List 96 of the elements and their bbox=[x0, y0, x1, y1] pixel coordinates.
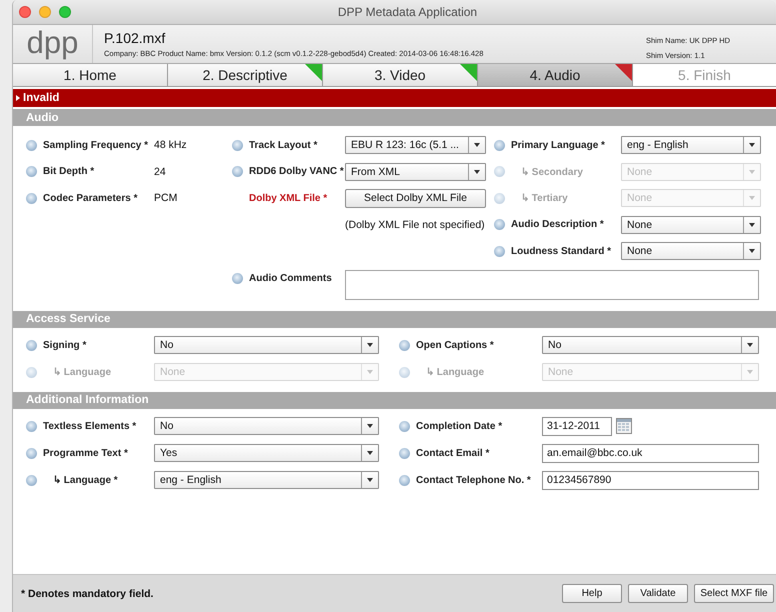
date-field[interactable]: 31-12-2011 bbox=[542, 416, 612, 436]
status-text: Invalid bbox=[23, 92, 60, 104]
footer-button[interactable]: Select MXF file bbox=[694, 584, 774, 603]
help-icon[interactable] bbox=[232, 272, 243, 284]
caret-icon bbox=[474, 143, 480, 148]
field-label: Audio Comments bbox=[249, 272, 332, 284]
expand-icon[interactable] bbox=[16, 95, 20, 101]
field-label: ↳ Language bbox=[52, 366, 112, 378]
comments-field[interactable] bbox=[345, 270, 759, 300]
help-icon[interactable] bbox=[399, 420, 410, 432]
help-icon[interactable] bbox=[26, 166, 37, 178]
tab[interactable]: 4. Audio bbox=[478, 64, 633, 86]
dropdown[interactable]: No bbox=[154, 417, 379, 435]
field-value: 24 bbox=[154, 166, 166, 178]
select-file-button[interactable]: Select Dolby XML File bbox=[345, 188, 486, 208]
footer-button[interactable]: Help bbox=[562, 584, 622, 603]
field-label: Contact Telephone No. * bbox=[416, 474, 531, 486]
field-label: Completion Date * bbox=[416, 420, 502, 432]
help-icon[interactable] bbox=[494, 219, 505, 230]
field-label: Codec Parameters * bbox=[43, 192, 138, 204]
help-icon[interactable] bbox=[26, 448, 37, 458]
dropdown[interactable]: From XML bbox=[345, 162, 486, 181]
field-label: ↳ Tertiary bbox=[520, 192, 568, 204]
dropdown: None bbox=[621, 189, 761, 208]
dropdown[interactable]: No bbox=[542, 336, 759, 354]
field-label: RDD6 Dolby VANC * bbox=[249, 166, 344, 178]
dropdown[interactable]: Yes bbox=[154, 444, 379, 462]
field-label: Programme Text * bbox=[43, 448, 128, 458]
caret-icon bbox=[367, 370, 373, 374]
field-label: Sampling Frequency * bbox=[43, 140, 148, 151]
dropdown[interactable]: None bbox=[621, 216, 761, 234]
close-button[interactable] bbox=[19, 6, 31, 18]
caret-icon bbox=[749, 196, 755, 200]
section-header: Additional Information bbox=[13, 392, 776, 408]
dropdown: None bbox=[542, 363, 759, 381]
caret-icon bbox=[474, 170, 480, 174]
tab[interactable]: 1. Home bbox=[13, 64, 168, 86]
dropdown[interactable]: eng - English bbox=[621, 136, 761, 154]
field-label: Primary Language * bbox=[511, 140, 605, 151]
dropdown[interactable]: None bbox=[621, 242, 761, 260]
caret-icon bbox=[749, 170, 755, 174]
caret-icon bbox=[747, 343, 753, 347]
logo: dpp bbox=[13, 25, 93, 63]
help-icon[interactable] bbox=[26, 474, 37, 486]
field-label: Contact Email * bbox=[416, 448, 490, 458]
field-label: ↳ Language * bbox=[52, 474, 118, 486]
field-label: Track Layout * bbox=[249, 140, 318, 151]
help-icon[interactable] bbox=[26, 340, 37, 350]
caret-icon bbox=[749, 222, 755, 227]
minimize-button[interactable] bbox=[39, 6, 51, 18]
text-field[interactable]: an.email@bbc.co.uk bbox=[542, 444, 759, 462]
field-label: Textless Elements * bbox=[43, 420, 136, 432]
dropdown: None bbox=[621, 162, 761, 181]
field-label: Bit Depth * bbox=[43, 166, 94, 178]
field-label: Open Captions * bbox=[416, 340, 494, 350]
text-field[interactable]: 01234567890 bbox=[542, 470, 759, 490]
section-header: Audio bbox=[13, 109, 776, 126]
dropdown[interactable]: No bbox=[154, 336, 379, 354]
file-name: P.102.mxf bbox=[104, 30, 166, 46]
help-icon[interactable] bbox=[494, 140, 505, 151]
help-icon[interactable] bbox=[399, 340, 410, 350]
caret-icon bbox=[367, 424, 373, 428]
help-icon[interactable] bbox=[399, 448, 410, 458]
field-label: Dolby XML File * bbox=[249, 192, 328, 204]
help-icon[interactable] bbox=[399, 474, 410, 486]
help-icon[interactable] bbox=[232, 140, 243, 151]
field-label: Signing * bbox=[43, 340, 86, 350]
calendar-icon[interactable] bbox=[616, 418, 632, 434]
zoom-button[interactable] bbox=[59, 6, 71, 18]
help-icon[interactable] bbox=[26, 140, 37, 151]
caret-icon bbox=[367, 343, 373, 347]
field-label: ↳ Language bbox=[425, 366, 484, 378]
caret-icon bbox=[367, 478, 373, 482]
field-label: Loudness Standard * bbox=[511, 246, 612, 257]
tab[interactable]: 2. Descriptive bbox=[168, 64, 323, 86]
dropdown: None bbox=[154, 363, 379, 381]
dropdown[interactable]: EBU R 123: 16c (5.1 ... bbox=[345, 136, 486, 154]
field-label: Audio Description * bbox=[511, 219, 604, 230]
field-value: PCM bbox=[154, 192, 178, 204]
footer-button[interactable]: Validate bbox=[628, 584, 688, 603]
caret-icon bbox=[367, 451, 373, 455]
caret-icon bbox=[749, 143, 755, 148]
section-header: Access Service bbox=[13, 310, 776, 328]
caret-icon bbox=[747, 370, 753, 374]
note-text: (Dolby XML File not specified) bbox=[345, 218, 485, 231]
help-icon[interactable] bbox=[26, 192, 37, 204]
mandatory-note: * Denotes mandatory field. bbox=[21, 588, 154, 600]
tab[interactable]: 3. Video bbox=[323, 64, 478, 86]
caret-icon bbox=[749, 249, 755, 254]
dropdown[interactable]: eng - English bbox=[154, 471, 379, 489]
field-label: ↳ Secondary bbox=[520, 166, 583, 178]
window-title: DPP Metadata Application bbox=[338, 5, 478, 19]
help-icon[interactable] bbox=[26, 420, 37, 432]
help-icon[interactable] bbox=[232, 166, 243, 178]
field-value: 48 kHz bbox=[154, 139, 187, 152]
help-icon[interactable] bbox=[494, 246, 505, 257]
